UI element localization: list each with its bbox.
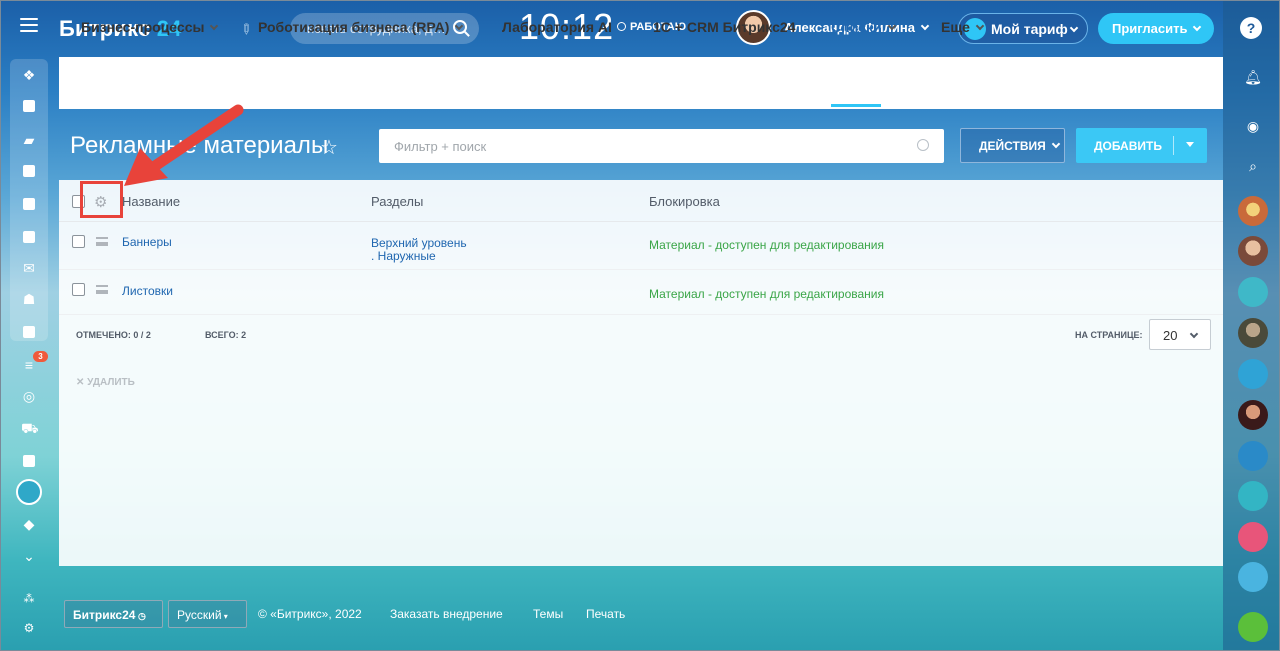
contact-card-icon[interactable]	[21, 453, 37, 469]
column-header-lock[interactable]: Блокировка	[649, 194, 720, 209]
call-icon[interactable]	[1238, 612, 1268, 642]
caret-down-icon[interactable]	[1186, 142, 1194, 147]
mail-icon[interactable]: ✉	[21, 260, 37, 276]
tab-label: 1С + CRM Битрикс24	[653, 19, 796, 35]
row-section-link[interactable]: Верхний уровень	[371, 236, 467, 250]
tab-ai-lab[interactable]: Лаборатория AI	[502, 19, 612, 35]
tab-label: Еще	[941, 19, 970, 35]
document-icon[interactable]	[1238, 562, 1268, 592]
avatar[interactable]	[1238, 400, 1268, 430]
notification-badge: 3	[33, 351, 48, 362]
chevron-down-icon	[1193, 22, 1202, 32]
chevron-down-icon	[920, 21, 930, 31]
avatar[interactable]	[1238, 318, 1268, 348]
search-icon[interactable]: ⌕	[1244, 157, 1262, 175]
chevron-down-icon	[1069, 23, 1079, 33]
print-link[interactable]: Печать	[586, 607, 625, 621]
pointer-arrow-icon	[124, 104, 244, 186]
order-implementation-link[interactable]: Заказать внедрение	[390, 607, 503, 621]
tab-more[interactable]: Еще	[941, 19, 985, 35]
chevron-down-icon	[1051, 139, 1061, 149]
avatar[interactable]	[1238, 236, 1268, 266]
target-icon[interactable]: ◎	[21, 388, 37, 404]
filter-search-input[interactable]: Фильтр + поиск	[379, 129, 944, 163]
row-lock-status: Материал - доступен для редактирования	[649, 287, 885, 301]
column-header-sections[interactable]: Разделы	[371, 194, 423, 209]
table-row	[59, 222, 1223, 270]
group-chat-icon[interactable]	[1238, 277, 1268, 307]
chat-bubble-icon[interactable]: ◉	[1244, 117, 1262, 135]
avatar[interactable]	[1238, 196, 1268, 226]
actions-label: ДЕЙСТВИЯ	[979, 139, 1046, 153]
language-label: Русский	[177, 608, 222, 622]
chevron-down-icon	[887, 21, 896, 31]
add-label: ДОБАВИТЬ	[1094, 139, 1162, 153]
row-checkbox[interactable]	[72, 235, 85, 248]
tab-label: Списки	[831, 19, 882, 35]
per-page-value: 20	[1163, 328, 1178, 343]
drag-handle-icon[interactable]	[96, 237, 108, 246]
per-page-select[interactable]: 20	[1149, 319, 1211, 350]
language-select[interactable]: Русский ▾	[168, 600, 247, 628]
selected-count: ОТМЕЧЕНО: 0 / 2	[76, 330, 151, 340]
drag-handle-icon[interactable]	[96, 285, 108, 294]
caret-down-icon: ▾	[221, 612, 228, 621]
sitemap-icon[interactable]: ⁂	[21, 591, 37, 607]
add-button[interactable]: ДОБАВИТЬ	[1076, 128, 1207, 163]
per-page-label: НА СТРАНИЦЕ:	[1075, 330, 1143, 340]
status-dot-icon	[617, 22, 626, 31]
delete-label: УДАЛИТЬ	[87, 377, 135, 388]
invite-label: Пригласить	[1112, 21, 1188, 36]
themes-link[interactable]: Темы	[533, 607, 563, 621]
copyright: © «Битрикс», 2022	[258, 607, 362, 621]
footer-logo[interactable]: Битрикс24 ◷	[64, 600, 163, 628]
tab-rpa[interactable]: Роботизация бизнеса (RPA)	[258, 19, 464, 35]
group-chat-icon[interactable]	[1238, 522, 1268, 552]
tariff-label: Мой тариф	[991, 21, 1068, 37]
row-name-link[interactable]: Баннеры	[122, 235, 172, 249]
gear-icon[interactable]: ⚙	[21, 620, 37, 636]
row-lock-status: Материал - доступен для редактирования	[649, 238, 885, 252]
star-icon[interactable]: ☆	[320, 135, 338, 160]
phone-icon[interactable]	[1238, 359, 1268, 389]
invite-button[interactable]: Пригласить	[1098, 13, 1214, 44]
cube-icon[interactable]: ◆	[21, 516, 37, 532]
tab-label: Лаборатория AI	[502, 19, 612, 35]
drive-icon[interactable]	[21, 229, 37, 245]
bell-icon[interactable]: 🔔︎	[1244, 68, 1262, 86]
total-count: ВСЕГО: 2	[205, 330, 247, 340]
row-checkbox[interactable]	[72, 283, 85, 296]
table-row	[59, 270, 1223, 315]
chevron-down-icon	[975, 21, 985, 31]
tab-label: Роботизация бизнеса (RPA)	[258, 19, 450, 35]
actions-button[interactable]: ДЕЙСТВИЯ	[960, 128, 1065, 163]
active-tab-indicator	[831, 104, 881, 107]
cart-icon[interactable]: ⛟	[21, 420, 39, 436]
search-icon[interactable]	[917, 139, 929, 151]
tab-lists[interactable]: Списки	[831, 19, 896, 35]
chat-bubble-icon[interactable]	[1238, 441, 1268, 471]
groups-icon[interactable]: ☗	[21, 291, 37, 307]
filter-placeholder: Фильтр + поиск	[394, 139, 487, 154]
chevron-down-icon	[455, 21, 464, 31]
robot-icon[interactable]	[16, 479, 42, 505]
group-chat-icon[interactable]	[1238, 481, 1268, 511]
chevron-down-icon	[1189, 329, 1199, 339]
footer-logo-text: Битрикс24	[73, 608, 136, 622]
divider	[1173, 136, 1174, 155]
tab-1c-crm[interactable]: 1С + CRM Битрикс24	[653, 19, 796, 35]
delete-button[interactable]: ✕ УДАЛИТЬ	[76, 377, 135, 388]
row-name-link[interactable]: Листовки	[122, 284, 173, 298]
clock-icon: ◷	[135, 611, 146, 621]
checklist-icon[interactable]	[21, 324, 37, 340]
close-icon: ✕	[76, 377, 85, 388]
row-section-link[interactable]: . Наружные	[371, 249, 436, 263]
help-icon[interactable]: ?	[1240, 17, 1262, 39]
more-icon[interactable]: ⌄	[21, 548, 37, 564]
